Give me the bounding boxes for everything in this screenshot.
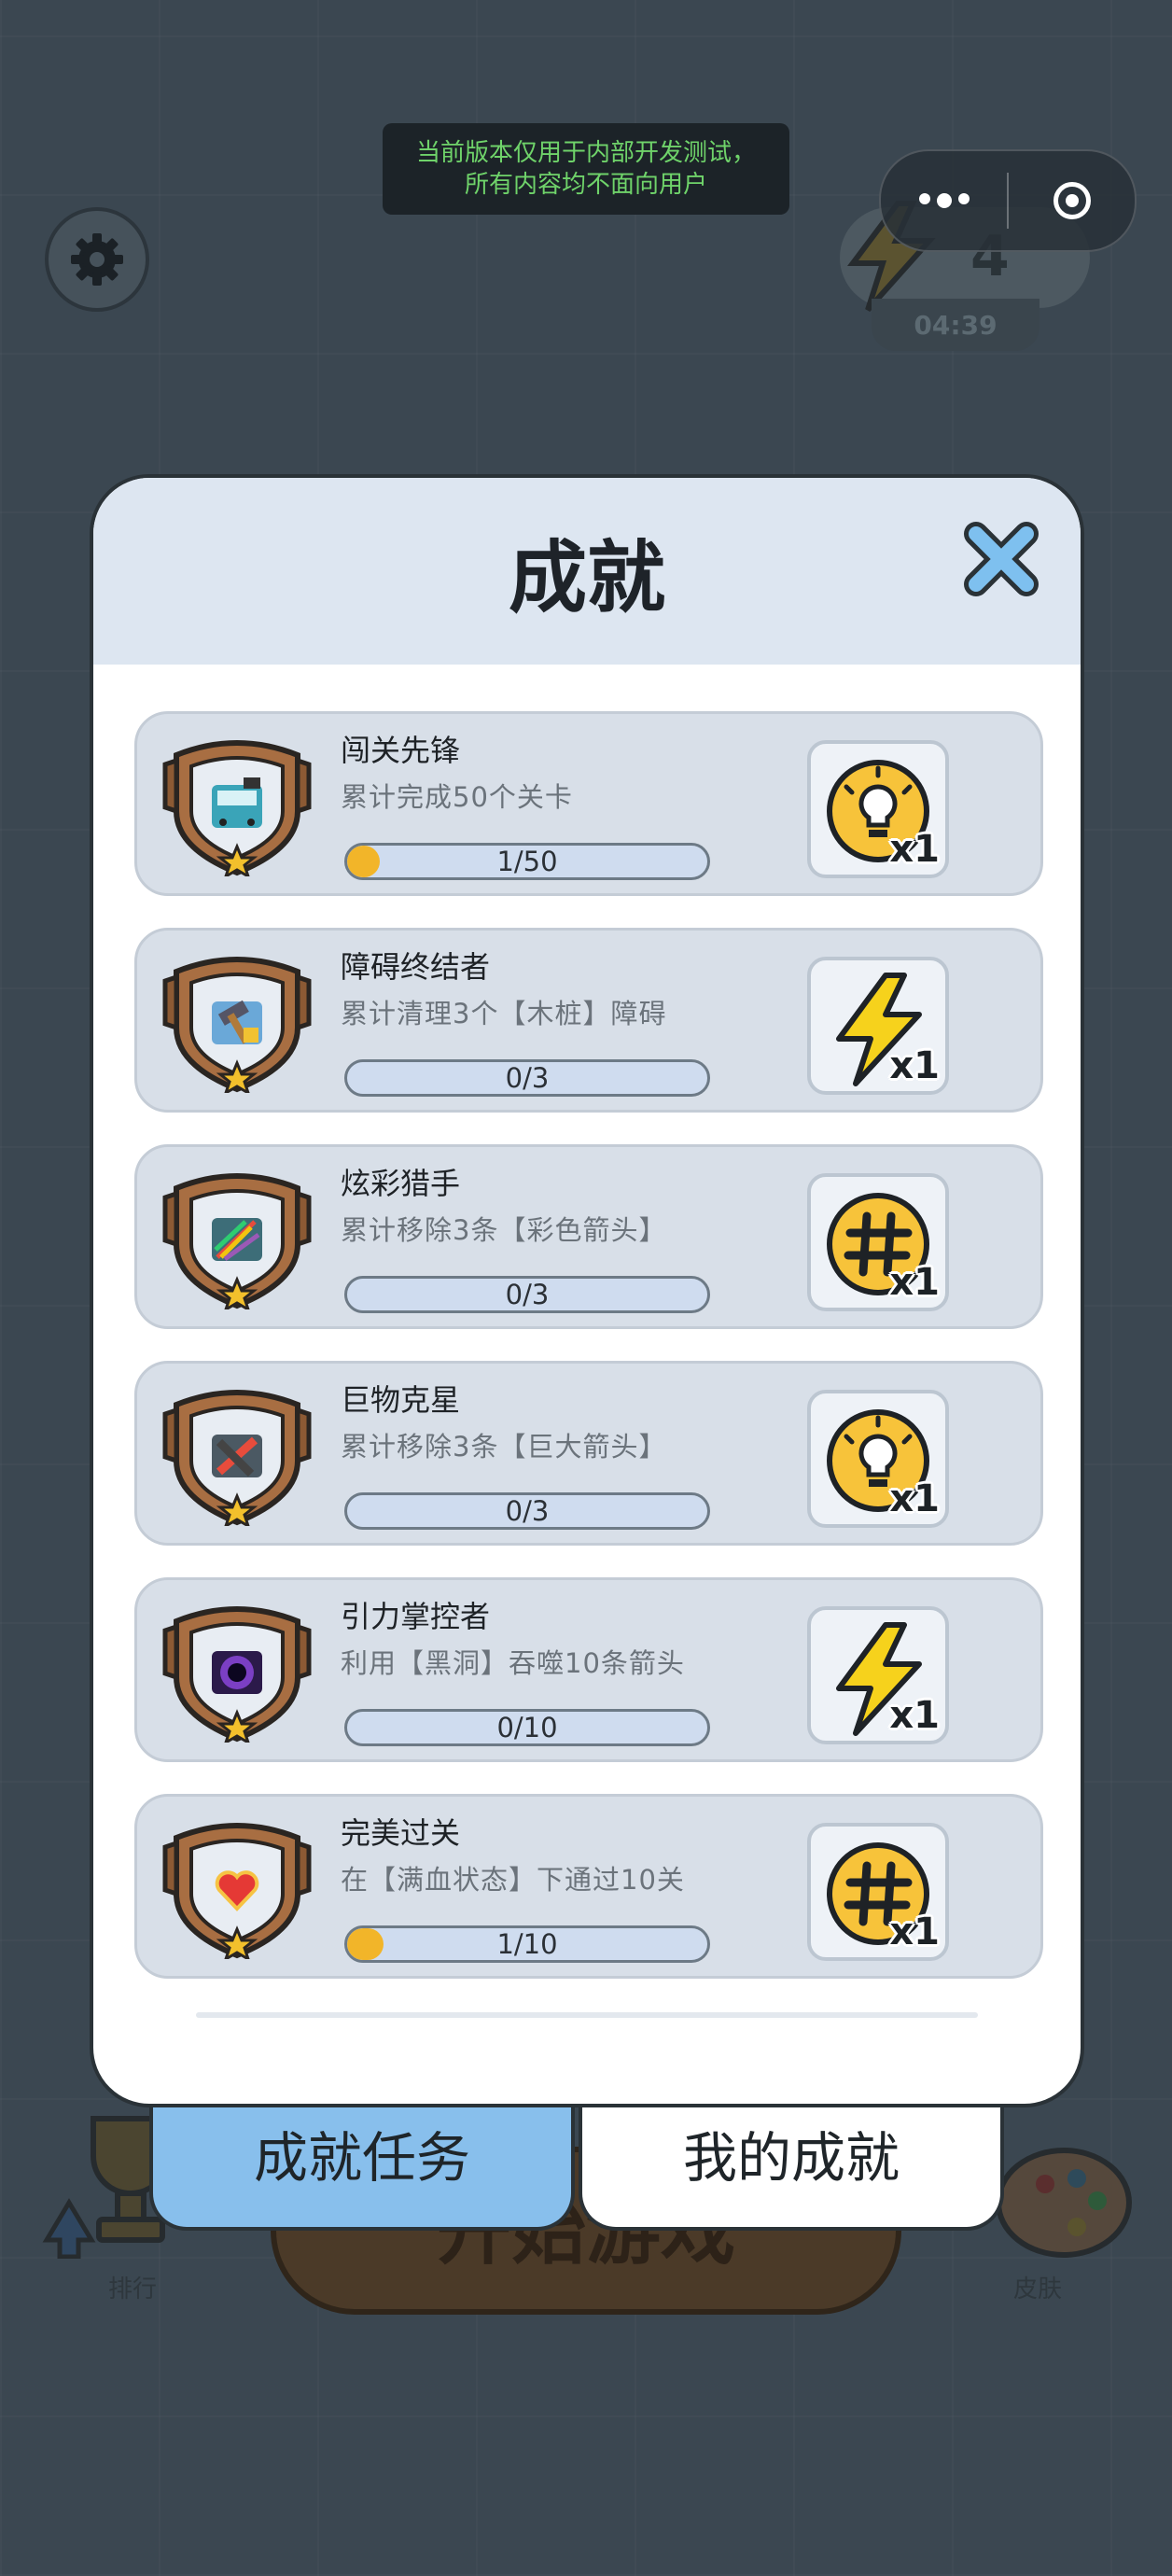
progress-bar: 1/50: [344, 843, 710, 880]
rank-label: 排行: [108, 2275, 158, 2303]
modal-title: 成就: [508, 532, 665, 623]
achievement-title: 闯关先锋: [341, 733, 461, 768]
achievement-description: 累计移除3条【巨大箭头】: [341, 1431, 667, 1463]
achievement-description: 在【满血状态】下通过10关: [341, 1864, 685, 1896]
more-button[interactable]: [881, 151, 1007, 250]
progress-text: 0/3: [505, 1495, 550, 1527]
reward-slot[interactable]: x1: [807, 1606, 949, 1744]
black-hole-icon: [162, 1606, 312, 1743]
reward-quantity: x1: [889, 1911, 940, 1953]
achievement-description: 累计清理3个【木桩】障碍: [341, 998, 667, 1029]
reward-slot[interactable]: x1: [807, 1390, 949, 1528]
reward-quantity: x1: [889, 1044, 940, 1087]
hammer-icon: [162, 957, 312, 1093]
progress-bar: 0/3: [344, 1276, 710, 1313]
tab-my-achievements[interactable]: 我的成就: [579, 2100, 1004, 2231]
achievement-card[interactable]: 障碍终结者累计清理3个【木桩】障碍 0/3 x1: [134, 928, 1043, 1113]
achievement-description: 利用【黑洞】吞噬10条箭头: [341, 1647, 685, 1679]
reward-quantity: x1: [889, 1477, 940, 1520]
progress-bar: 0/3: [344, 1492, 710, 1530]
target-circle-icon: [1053, 182, 1091, 219]
progress-text: 1/10: [496, 1928, 558, 1960]
skin-label: 皮肤: [1013, 2275, 1063, 2303]
modal-header: 成就: [93, 478, 1081, 665]
achievement-description: 累计移除3条【彩色箭头】: [341, 1214, 667, 1246]
settings-button[interactable]: [45, 207, 149, 312]
achievement-card[interactable]: 完美过关在【满血状态】下通过10关 1/10 x1: [134, 1794, 1043, 1979]
reward-quantity: x1: [889, 1694, 940, 1737]
achievement-card[interactable]: 炫彩猎手累计移除3条【彩色箭头】 0/3 x1: [134, 1144, 1043, 1329]
reward-quantity: x1: [889, 1261, 940, 1304]
close-miniprogram-button[interactable]: [1009, 151, 1135, 250]
achievement-card[interactable]: 巨物克星累计移除3条【巨大箭头】 0/3 x1: [134, 1361, 1043, 1546]
reward-slot[interactable]: x1: [807, 957, 949, 1095]
more-dots-icon: [918, 193, 970, 208]
dev-notice-line1: 当前版本仅用于内部开发测试，: [415, 139, 756, 167]
progress-bar: 1/10: [344, 1925, 710, 1963]
achievement-card[interactable]: 闯关先锋累计完成50个关卡 1/50 x1: [134, 711, 1043, 896]
achievement-title: 障碍终结者: [341, 949, 491, 985]
dev-notice-line2: 所有内容均不面向用户: [464, 171, 707, 199]
giant-arrow-icon: [162, 1390, 312, 1526]
achievement-description: 累计完成50个关卡: [341, 781, 573, 813]
progress-text: 0/10: [496, 1712, 558, 1743]
close-button[interactable]: [959, 517, 1043, 601]
achievement-title: 巨物克星: [341, 1382, 461, 1418]
progress-bar: 0/10: [344, 1709, 710, 1746]
achievement-tabs: 成就任务 我的成就: [149, 2100, 1008, 2233]
progress-text: 1/50: [496, 846, 558, 877]
gear-icon: [71, 233, 123, 286]
train-icon: [162, 740, 312, 876]
progress-text: 0/3: [505, 1062, 550, 1094]
dev-notice-banner: 当前版本仅用于内部开发测试， 所有内容均不面向用户: [383, 123, 789, 215]
progress-bar: 0/3: [344, 1059, 710, 1097]
achievement-modal: 成就 闯关先锋累计完成50个关卡 1/50 x1 障碍终结者累计清理3个【木桩】障碍 0…: [90, 474, 1084, 2107]
tab-achievement-tasks[interactable]: 成就任务: [149, 2100, 575, 2231]
reward-quantity: x1: [889, 828, 940, 871]
reward-slot[interactable]: x1: [807, 1173, 949, 1311]
list-scroll-edge: [196, 2012, 978, 2018]
achievement-title: 炫彩猎手: [341, 1166, 461, 1201]
miniprogram-capsule: [879, 149, 1137, 252]
heart-icon: [162, 1823, 312, 1959]
color-arrows-icon: [162, 1173, 312, 1309]
progress-text: 0/3: [505, 1279, 550, 1310]
energy-timer: 04:39: [872, 299, 1039, 351]
achievement-title: 完美过关: [341, 1815, 461, 1851]
reward-slot[interactable]: x1: [807, 1823, 949, 1961]
reward-slot[interactable]: x1: [807, 740, 949, 878]
achievement-card[interactable]: 引力掌控者利用【黑洞】吞噬10条箭头 0/10 x1: [134, 1577, 1043, 1762]
achievement-title: 引力掌控者: [341, 1599, 491, 1634]
close-icon: [964, 522, 1039, 596]
